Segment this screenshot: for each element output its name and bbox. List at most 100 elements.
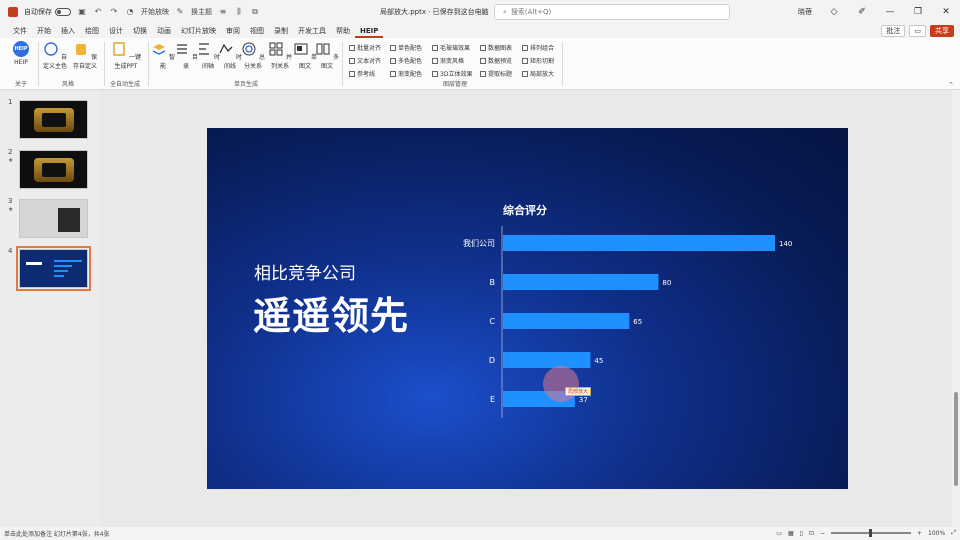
pen-icon[interactable]: ✐ xyxy=(848,7,876,17)
checkbox-label: 文本对齐 xyxy=(357,58,382,65)
checkbox-label: 排列组合 xyxy=(530,45,555,52)
checkbox-3d[interactable]: 3D立体效果 xyxy=(432,69,472,78)
divider xyxy=(104,42,105,86)
tab-transitions[interactable]: 切换 xyxy=(128,24,152,38)
theme-button[interactable]: 换主题 xyxy=(191,7,212,17)
checkbox-arrange[interactable]: 排列组合 xyxy=(522,43,554,52)
zoom-slider[interactable] xyxy=(831,529,911,537)
share-button[interactable]: 共享 xyxy=(930,25,954,37)
checkbox-data-preview[interactable]: 数据预览 xyxy=(480,56,512,65)
checkbox-mono-color[interactable]: 单色配色 xyxy=(390,43,422,52)
autosave-toggle[interactable] xyxy=(55,8,71,16)
slide-thumb-1[interactable] xyxy=(19,100,88,139)
tab-file[interactable]: 文件 xyxy=(8,24,32,38)
parallel-button[interactable]: 并列关系 xyxy=(267,41,293,70)
checkbox-batch-align[interactable]: 批量对齐 xyxy=(349,43,381,52)
status-bar: 单击此处添加备注 幻灯片第4张，共4张 ▭ ▦ ▯ ⊡ − + 100% ⤢ xyxy=(0,527,960,540)
tab-slideshow[interactable]: 幻灯片放映 xyxy=(176,24,221,38)
tab-heip[interactable]: HEIP xyxy=(355,24,384,38)
search-box[interactable]: ⌕ 搜索(Alt+Q) xyxy=(494,4,730,20)
ribbon-heip: HEIP HEIP 自定义主色 保存自定义 一键生成PPT 智能 目录 时间轴 … xyxy=(0,38,960,90)
align-icon[interactable]: ≡ xyxy=(218,7,228,17)
slide-thumb-2[interactable] xyxy=(19,150,88,189)
normal-view-icon[interactable]: ▭ xyxy=(776,530,782,537)
zoom-out-icon[interactable]: − xyxy=(820,530,825,537)
image-icon xyxy=(294,43,308,55)
checkbox-frosted[interactable]: 毛玻璃效果 xyxy=(432,43,470,52)
close-button[interactable]: ✕ xyxy=(932,7,960,17)
slide-thumb-3[interactable] xyxy=(19,199,88,238)
copilot-icon[interactable]: ◇ xyxy=(820,7,848,17)
minimize-button[interactable]: — xyxy=(876,7,904,17)
document-title[interactable]: 局部放大.pptx · 已保存到这台电脑 xyxy=(380,7,489,17)
divider xyxy=(148,42,149,86)
tab-design[interactable]: 设计 xyxy=(104,24,128,38)
checkbox-zoom[interactable]: 局部放大 xyxy=(522,69,554,78)
zoom-level[interactable]: 100% xyxy=(928,530,945,537)
checkbox-icon xyxy=(390,44,396,51)
checkbox-gradient-color[interactable]: 渐变配色 xyxy=(390,69,422,78)
total-split-button[interactable]: 总分关系 xyxy=(240,41,266,70)
checkbox-guides[interactable]: 参考线 xyxy=(349,69,375,78)
generate-ppt-button[interactable]: 一键生成PPT xyxy=(110,41,142,70)
restore-button[interactable]: ❐ xyxy=(904,7,932,17)
multi-image-button[interactable]: 多图文 xyxy=(314,41,340,70)
collapse-ribbon-icon[interactable]: ⌃ xyxy=(948,81,954,89)
format-painter-icon[interactable]: ✎ xyxy=(175,7,185,17)
slide-thumb-4[interactable] xyxy=(16,246,91,291)
tab-insert[interactable]: 插入 xyxy=(56,24,80,38)
slideshow-view-icon[interactable]: ⊡ xyxy=(809,530,814,537)
scrollbar-thumb[interactable] xyxy=(954,392,958,486)
bar-chart[interactable]: 综合评分我们公司 140 B 80 C 65 D 45 E 37 xyxy=(207,128,848,489)
group-label-style: 风格 xyxy=(62,81,75,88)
cup-icon xyxy=(76,44,87,55)
tab-developer[interactable]: 开发工具 xyxy=(293,24,331,38)
slide-number: 2 xyxy=(8,148,13,156)
zoom-in-icon[interactable]: + xyxy=(917,530,922,537)
checkbox-data-chart[interactable]: 数据图表 xyxy=(480,43,512,52)
checkbox-label: 渐变配色 xyxy=(398,71,423,78)
tab-draw[interactable]: 绘图 xyxy=(80,24,104,38)
checkbox-gradient-style[interactable]: 渐变风格 xyxy=(432,56,464,65)
comments-button[interactable]: 批注 xyxy=(881,25,906,37)
undo-icon[interactable]: ↶ xyxy=(93,7,103,17)
checkbox-icon xyxy=(432,70,438,77)
group-label-layers: 图层管理 xyxy=(443,81,468,88)
save-icon[interactable]: ▣ xyxy=(77,7,87,17)
tab-animations[interactable]: 动画 xyxy=(152,24,176,38)
tab-help[interactable]: 帮助 xyxy=(331,24,355,38)
save-custom-button[interactable]: 保存自定义 xyxy=(72,41,98,70)
present-mode-button[interactable]: ▭ xyxy=(909,25,926,37)
thumb-bar xyxy=(54,275,64,277)
tab-view[interactable]: 视图 xyxy=(245,24,269,38)
distribute-icon[interactable]: ⫼ xyxy=(234,7,244,17)
checkbox-label: 毛玻璃效果 xyxy=(440,45,471,52)
sorter-view-icon[interactable]: ▦ xyxy=(788,530,794,537)
heip-button[interactable]: HEIP HEIP xyxy=(8,41,34,66)
shapes-icon[interactable]: ◔ xyxy=(125,7,135,17)
fit-slide-icon[interactable]: ⤢ xyxy=(951,529,956,537)
watch-image xyxy=(34,108,74,132)
group-label-auto: 全自动生成 xyxy=(110,81,141,88)
vertical-scrollbar[interactable] xyxy=(952,90,960,527)
title-bar: 自动保存 ▣ ↶ ↷ ◔ 开始放映 ✎ 换主题 ≡ ⫼ ⧉ 局部放大.pptx … xyxy=(0,0,960,24)
click-highlight xyxy=(543,366,579,402)
user-name[interactable]: 晓蓓 xyxy=(798,7,812,17)
tab-record[interactable]: 录制 xyxy=(269,24,293,38)
autosave-control[interactable]: 自动保存 xyxy=(24,7,71,17)
checkbox-icon xyxy=(349,44,355,51)
checkbox-extract-title[interactable]: 提取标题 xyxy=(480,69,512,78)
slide-4[interactable]: 相比竞争公司 遥遥领先 综合评分 我们公司 140 B 80 C 65 D 45 E 37 局部放大 xyxy=(207,128,848,489)
group-icon[interactable]: ⧉ xyxy=(250,7,260,17)
checkbox-rect-cut[interactable]: 矩形切割 xyxy=(522,56,554,65)
redo-icon[interactable]: ↷ xyxy=(109,7,119,17)
tab-home[interactable]: 开始 xyxy=(32,24,56,38)
tab-review[interactable]: 审阅 xyxy=(221,24,245,38)
present-button[interactable]: 开始放映 xyxy=(141,7,169,17)
data-label: 37 xyxy=(579,396,588,404)
checkbox-text-align[interactable]: 文本对齐 xyxy=(349,56,381,65)
checkbox-icon xyxy=(480,44,486,51)
checkbox-multi-color[interactable]: 多色配色 xyxy=(390,56,422,65)
custom-color-button[interactable]: 自定义主色 xyxy=(42,41,68,70)
reading-view-icon[interactable]: ▯ xyxy=(800,530,803,537)
